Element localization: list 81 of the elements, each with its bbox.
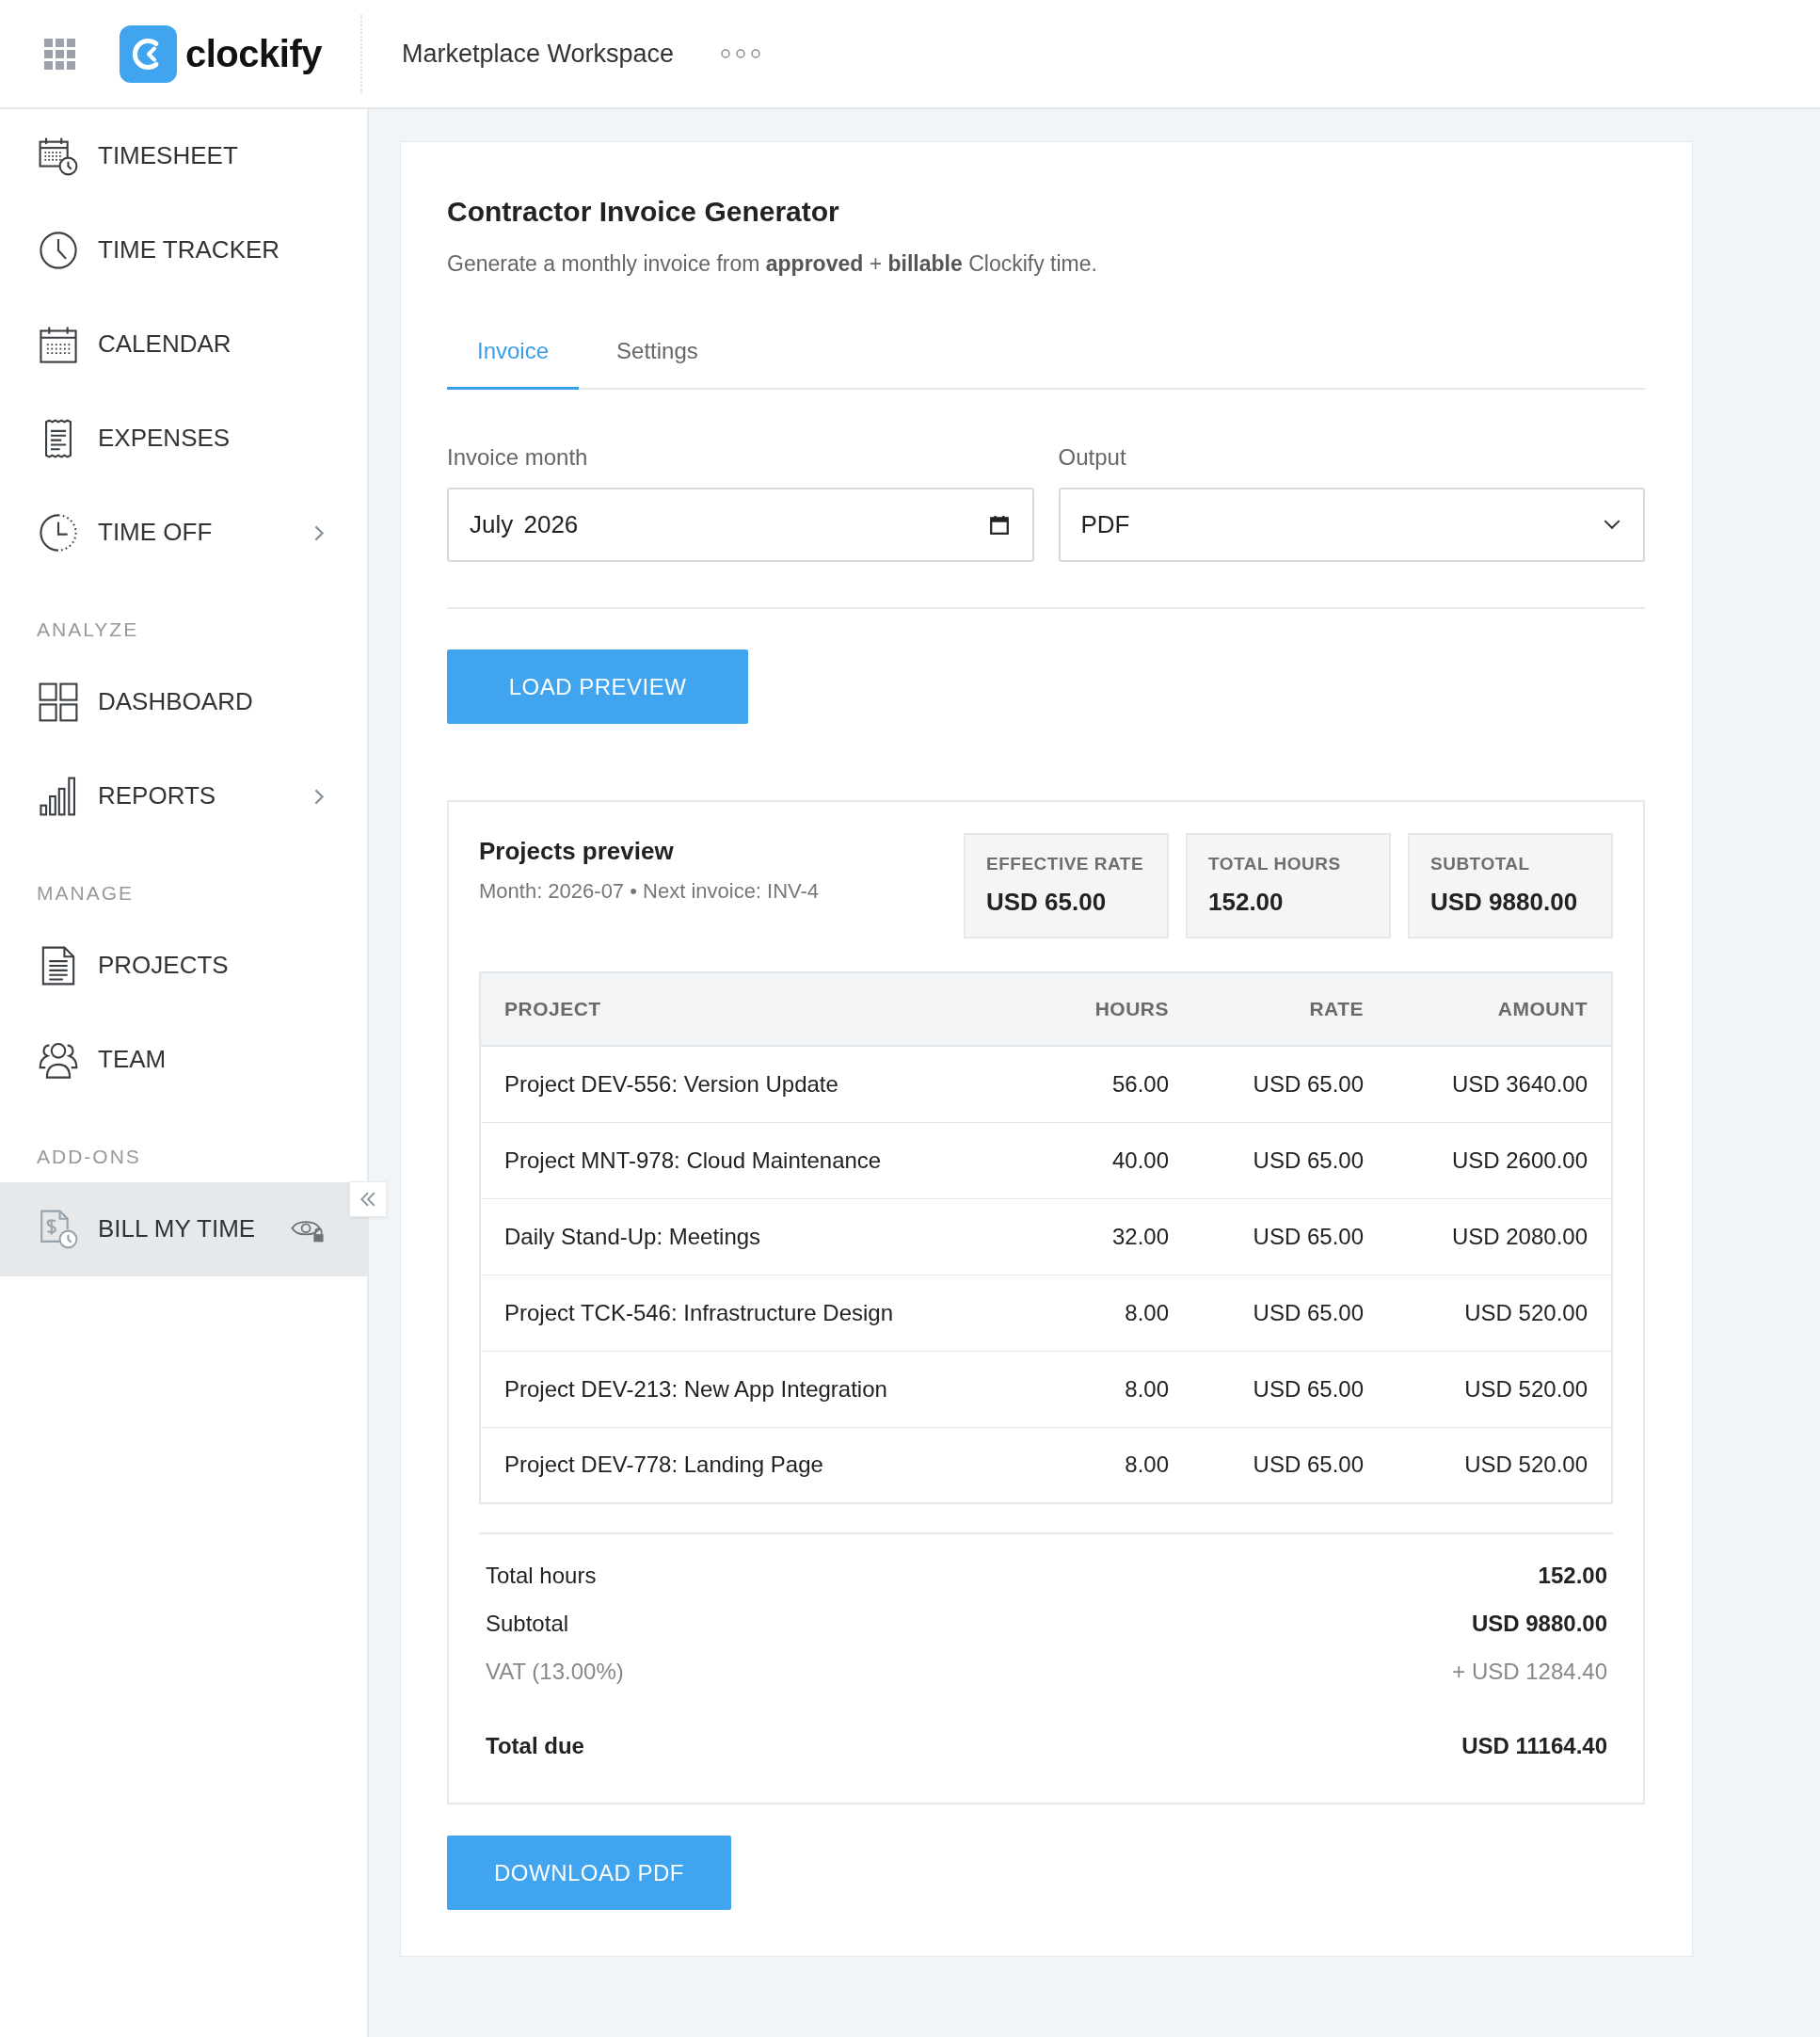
calendar-clock-icon (39, 136, 78, 176)
field-label: Invoice month (447, 443, 589, 472)
table-cell: USD 65.00 (1192, 1046, 1387, 1123)
section-label: ANALYZE (36, 618, 140, 642)
four-squares-icon (39, 682, 78, 722)
sidebar-item[interactable]: TIME OFF (0, 486, 367, 580)
column-header: RATE (1192, 972, 1387, 1047)
column-header: AMOUNT (1387, 972, 1612, 1047)
table-cell: 8.00 (1023, 1427, 1192, 1504)
table-cell: USD 65.00 (1192, 1122, 1387, 1199)
workspace-name[interactable]: Marketplace Workspace (401, 38, 675, 70)
table-cell: USD 520.00 (1387, 1275, 1612, 1352)
calendar-icon (39, 325, 78, 364)
app-name: clockify (185, 33, 322, 74)
logo-icon (120, 24, 177, 83)
sidebar-item[interactable]: TIME TRACKER (0, 203, 367, 297)
dollar-document-icon (39, 1210, 78, 1249)
page-description: Generate a monthly invoice from approved + billable Clockify time. (447, 250, 1098, 278)
table-cell: 56.00 (1023, 1046, 1192, 1123)
summary-value: USD 9880.00 (1471, 1610, 1607, 1639)
table-cell: USD 65.00 (1192, 1351, 1387, 1428)
clock-icon (39, 231, 78, 270)
column-header: HOURS (1023, 972, 1192, 1047)
stat-label: SUBTOTAL (1430, 853, 1531, 875)
collapse-button[interactable] (349, 1181, 387, 1217)
table-cell: Project TCK-546: Infrastructure Design (480, 1275, 1023, 1352)
stat-label: TOTAL HOURS (1208, 853, 1342, 875)
table-cell: 8.00 (1023, 1351, 1192, 1428)
summary-label: VAT (13.00%) (486, 1658, 624, 1687)
summary-value: + USD 1284.40 (1452, 1658, 1607, 1687)
table-cell: Project DEV-778: Landing Page (480, 1427, 1023, 1504)
table-cell: Project DEV-213: New App Integration (480, 1351, 1023, 1428)
section-title: Projects preview (479, 837, 675, 867)
table-cell: 8.00 (1023, 1275, 1192, 1352)
table-cell: USD 65.00 (1192, 1275, 1387, 1352)
table-cell: Project MNT-978: Cloud Maintenance (480, 1122, 1023, 1199)
table-cell: USD 2600.00 (1387, 1122, 1612, 1199)
table-cell: USD 3640.00 (1387, 1046, 1612, 1123)
summary-label: Subtotal (486, 1610, 569, 1639)
table-cell: Project DEV-556: Version Update (480, 1046, 1023, 1123)
sidebar-item[interactable]: DASHBOARD (0, 655, 367, 749)
calendar-icon (988, 514, 1010, 536)
double-chevron-left-icon (359, 1192, 376, 1207)
sidebar-item[interactable]: EXPENSES (0, 392, 367, 486)
grid-icon[interactable] (44, 38, 75, 70)
more-icon[interactable] (720, 48, 762, 59)
stat-value: USD 9880.00 (1430, 888, 1579, 918)
people-icon (39, 1040, 78, 1080)
select-field[interactable]: PDF (1058, 488, 1645, 563)
month-field[interactable]: July 2026 (447, 488, 1034, 563)
column-header: PROJECT (480, 972, 1023, 1047)
section-label: MANAGE (36, 881, 135, 906)
summary-value: 152.00 (1538, 1562, 1607, 1591)
table-cell: 40.00 (1023, 1122, 1192, 1199)
table-cell: 32.00 (1023, 1198, 1192, 1275)
chevron-down-icon (1604, 520, 1620, 531)
table-cell: USD 520.00 (1387, 1427, 1612, 1504)
table-cell: Daily Stand-Up: Meetings (480, 1198, 1023, 1275)
summary-label: Total due (486, 1732, 584, 1761)
table-cell: USD 65.00 (1192, 1198, 1387, 1275)
table-cell: USD 65.00 (1192, 1427, 1387, 1504)
dotted-clock-icon (39, 513, 78, 553)
sidebar-item[interactable]: TIMESHEET (0, 109, 367, 203)
stat-label: EFFECTIVE RATE (986, 853, 1145, 875)
sidebar-item[interactable]: PROJECTS (0, 919, 367, 1013)
field-label: Output (1058, 443, 1127, 472)
tab[interactable]: Settings (586, 313, 728, 391)
page-title: Contractor Invoice Generator (447, 195, 840, 229)
summary-label: Total hours (486, 1562, 597, 1591)
summary-value: USD 11164.40 (1461, 1732, 1607, 1761)
preview-meta: Month: 2026-07 • Next invoice: INV-4 (479, 878, 820, 906)
section-label: ADD-ONS (36, 1145, 142, 1169)
sidebar-item[interactable]: TEAM (0, 1013, 367, 1107)
stat-value: USD 65.00 (986, 888, 1108, 918)
sidebar-item[interactable]: REPORTS (0, 749, 367, 843)
bar-chart-icon (39, 777, 78, 816)
table-cell: USD 2080.00 (1387, 1198, 1612, 1275)
sidebar-item[interactable]: BILL MY TIME (0, 1182, 367, 1276)
sidebar-item[interactable]: CALENDAR (0, 297, 367, 392)
stat-value: 152.00 (1208, 888, 1285, 918)
table-cell: USD 520.00 (1387, 1351, 1612, 1428)
